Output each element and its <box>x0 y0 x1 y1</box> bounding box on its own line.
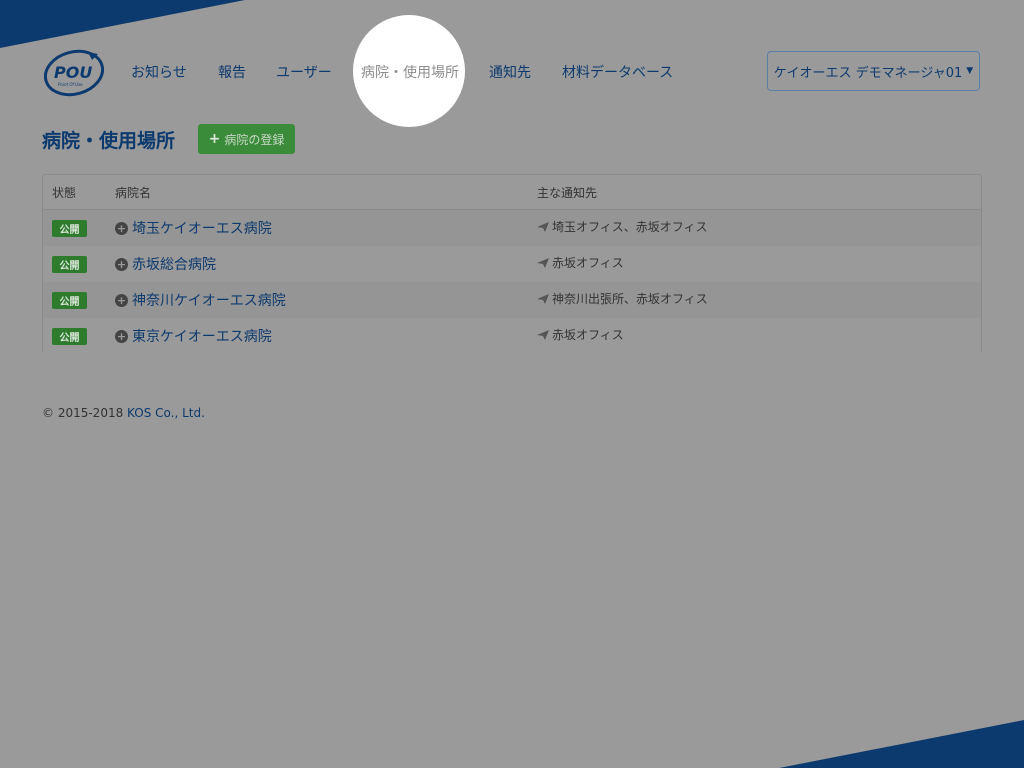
notify-text: 神奈川出張所、赤坂オフィス <box>552 292 708 306</box>
expand-plus-icon[interactable]: + <box>115 329 128 343</box>
header-status: 状態 <box>52 186 77 200</box>
hospitals-table: 状態 病院名 主な通知先 公開 + 埼玉ケイオーエス病院 埼玉オフィス、赤坂オフ… <box>42 174 982 354</box>
logo-text: POU <box>54 63 92 82</box>
caret-down-icon: ▼ <box>966 66 974 76</box>
hospital-name[interactable]: 赤坂総合病院 <box>132 254 216 274</box>
page-title: 病院・使用場所 <box>42 130 176 152</box>
pou-logo[interactable]: POU Point Of Use <box>42 46 106 98</box>
user-menu-label: ケイオーエス デモマネージャ01 <box>773 65 963 81</box>
nav-item-users[interactable]: ユーザー <box>276 62 332 82</box>
hospital-name[interactable]: 埼玉ケイオーエス病院 <box>132 218 272 238</box>
expand-plus-icon[interactable]: + <box>115 221 128 235</box>
table-row: 公開 + 東京ケイオーエス病院 赤坂オフィス <box>43 318 981 354</box>
status-badge: 公開 <box>52 328 87 345</box>
add-hospital-label: 病院の登録 <box>224 132 285 147</box>
table-header: 状態 病院名 主な通知先 <box>43 175 981 210</box>
copyright-text: © 2015-2018 <box>42 406 128 420</box>
hospital-link[interactable]: + 赤坂総合病院 <box>115 254 216 274</box>
header-hospital-name: 病院名 <box>115 186 152 200</box>
status-badge: 公開 <box>52 292 87 309</box>
send-icon <box>537 329 549 340</box>
nav-item-hospitals[interactable]: 病院・使用場所 <box>361 62 459 82</box>
footer: © 2015-2018 KOS Co., Ltd. <box>42 406 205 420</box>
plus-icon: + <box>208 131 221 147</box>
notify-cell: 赤坂オフィス <box>537 254 624 271</box>
header-main-notify: 主な通知先 <box>537 186 598 200</box>
nav-item-notices[interactable]: お知らせ <box>131 62 187 82</box>
hospital-link[interactable]: + 埼玉ケイオーエス病院 <box>115 218 272 238</box>
notify-cell: 赤坂オフィス <box>537 326 624 343</box>
nav-item-notification-targets[interactable]: 通知先 <box>489 62 531 82</box>
hospital-name[interactable]: 神奈川ケイオーエス病院 <box>132 290 286 310</box>
hospital-name[interactable]: 東京ケイオーエス病院 <box>132 326 272 346</box>
send-icon <box>537 293 549 304</box>
status-badge: 公開 <box>52 256 87 273</box>
notify-text: 埼玉オフィス、赤坂オフィス <box>552 220 708 234</box>
expand-plus-icon[interactable]: + <box>115 257 128 271</box>
company-link[interactable]: KOS Co., Ltd. <box>127 406 205 420</box>
logo-subtext: Point Of Use <box>58 82 83 87</box>
nav-item-reports[interactable]: 報告 <box>218 62 246 82</box>
corner-decoration-bottom <box>779 720 1024 768</box>
table-row: 公開 + 神奈川ケイオーエス病院 神奈川出張所、赤坂オフィス <box>43 282 981 318</box>
add-hospital-button[interactable]: + 病院の登録 <box>198 124 295 154</box>
expand-plus-icon[interactable]: + <box>115 293 128 307</box>
user-menu-button[interactable]: ケイオーエス デモマネージャ01 ▼ <box>767 51 980 91</box>
corner-decoration-top <box>0 0 245 48</box>
status-badge: 公開 <box>52 220 87 237</box>
send-icon <box>537 221 549 232</box>
nav-item-materials-database[interactable]: 材料データベース <box>562 62 673 82</box>
notify-text: 赤坂オフィス <box>552 328 624 342</box>
notify-cell: 埼玉オフィス、赤坂オフィス <box>537 218 708 235</box>
hospital-link[interactable]: + 神奈川ケイオーエス病院 <box>115 290 286 310</box>
table-row: 公開 + 埼玉ケイオーエス病院 埼玉オフィス、赤坂オフィス <box>43 210 981 246</box>
notify-cell: 神奈川出張所、赤坂オフィス <box>537 290 708 307</box>
send-icon <box>537 257 549 268</box>
notify-text: 赤坂オフィス <box>552 256 624 270</box>
table-row: 公開 + 赤坂総合病院 赤坂オフィス <box>43 246 981 282</box>
hospital-link[interactable]: + 東京ケイオーエス病院 <box>115 326 272 346</box>
